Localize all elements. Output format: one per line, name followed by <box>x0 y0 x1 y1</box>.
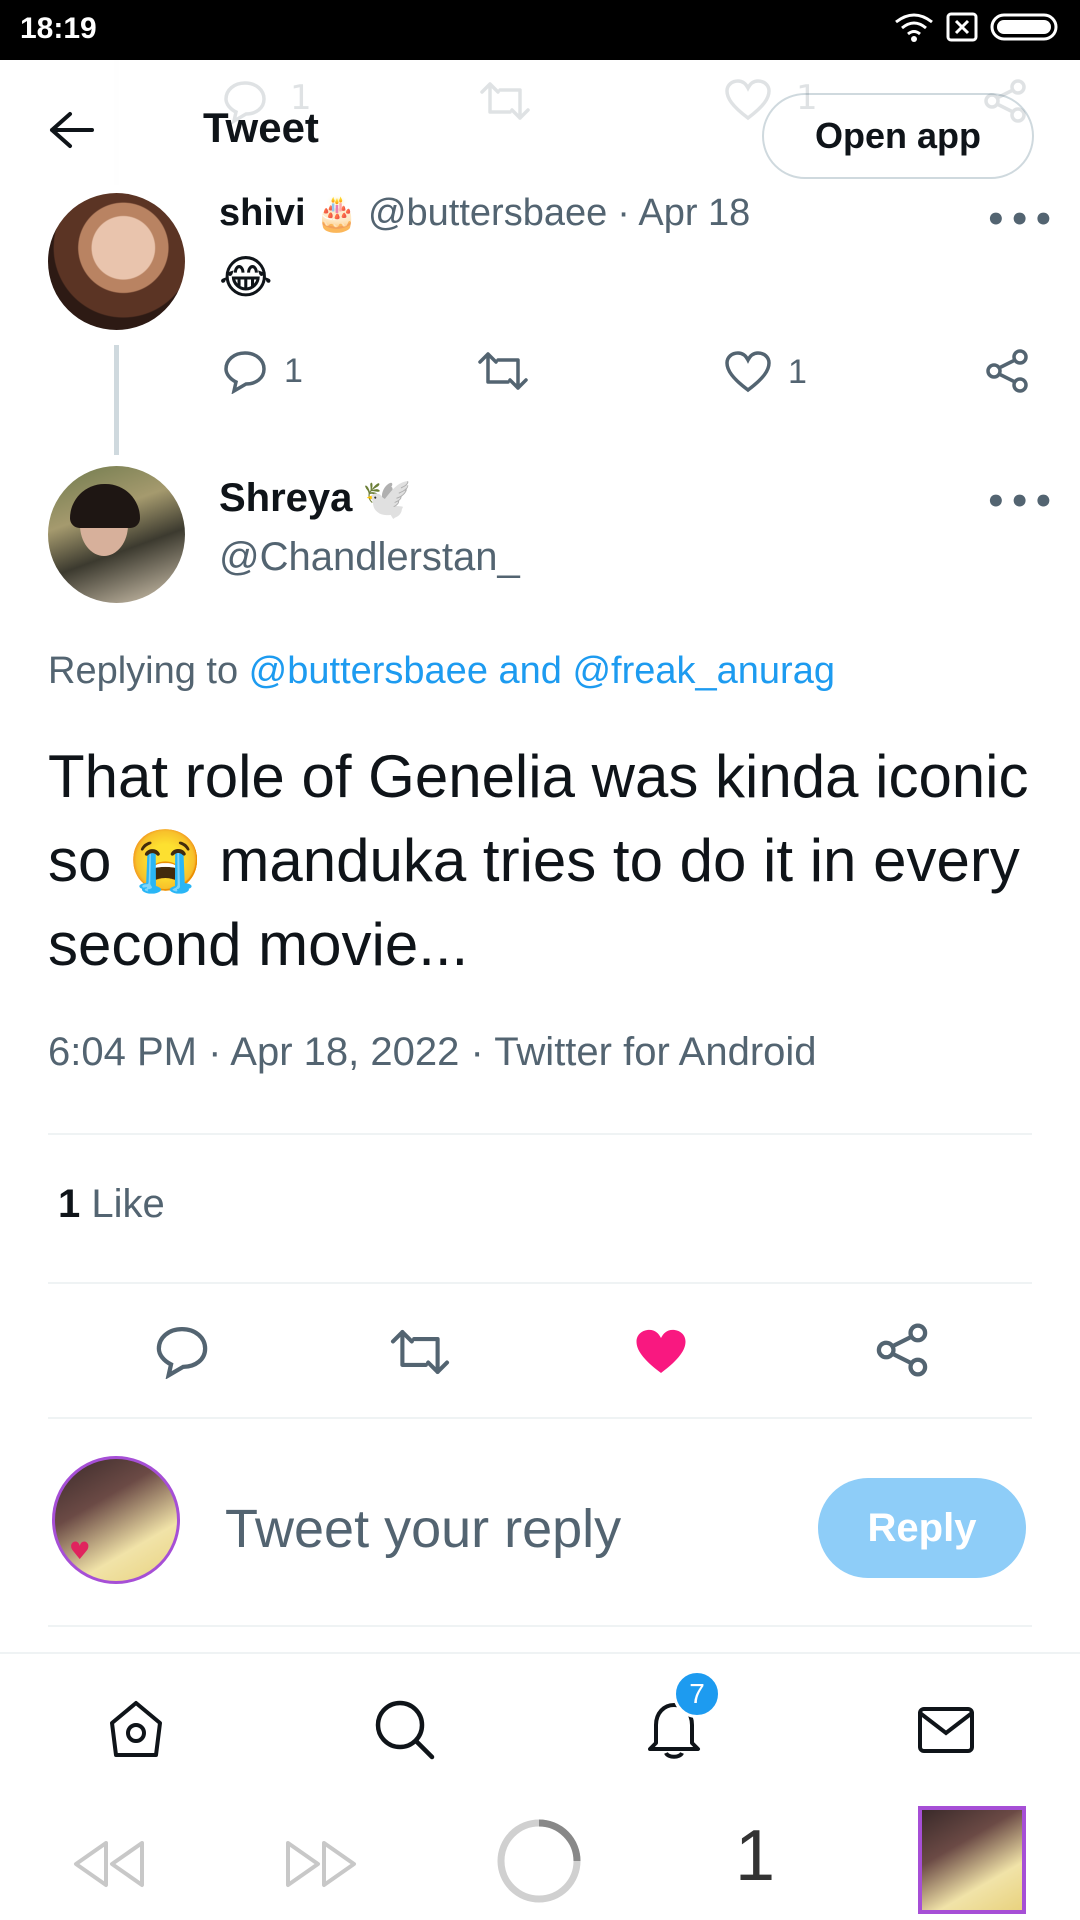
avatar-heart: ♥ <box>69 1537 91 1565</box>
search-icon[interactable] <box>372 1697 436 1761</box>
retweet-action[interactable] <box>476 348 530 394</box>
author-name[interactable]: Shreya <box>219 476 352 521</box>
author-handle[interactable]: @Chandlerstan_ <box>219 535 520 580</box>
tweet-timestamp[interactable]: 6:04 PM · Apr 18, 2022 · Twitter for And… <box>48 1030 817 1075</box>
reply-icon[interactable] <box>154 1323 210 1379</box>
tweet-text: That role of Genelia was kinda iconic so… <box>48 743 1029 978</box>
more-options-icon[interactable]: ••• <box>985 200 1056 240</box>
share-action[interactable] <box>984 348 1030 394</box>
like-count: 1 <box>788 352 807 391</box>
user-avatar[interactable]: ♥ <box>52 1456 180 1584</box>
reply-count: 1 <box>284 351 303 390</box>
status-time: 18:19 <box>20 12 97 45</box>
share-icon[interactable] <box>874 1322 930 1378</box>
page-title: Tweet <box>203 104 319 151</box>
browser-toolbar <box>0 1802 1080 1920</box>
reply-icon <box>224 351 266 394</box>
top-app-bar: Tweet Open app <box>0 60 1080 190</box>
retweet-icon <box>478 352 528 390</box>
reply-input[interactable]: Tweet your reply <box>225 1498 621 1560</box>
main-author: Shreya 🕊️ <box>219 475 412 522</box>
fast-forward-icon[interactable] <box>284 1837 360 1891</box>
tweet-date: · Apr 18 <box>617 192 751 234</box>
home-icon[interactable] <box>104 1697 168 1761</box>
likes-summary[interactable]: 1 Like <box>58 1182 165 1227</box>
battery-icon <box>990 13 1058 41</box>
rewind-icon[interactable] <box>70 1837 146 1891</box>
previous-tweet-text: 😂 <box>219 250 273 304</box>
back-arrow-icon[interactable] <box>48 110 94 150</box>
avatar[interactable] <box>48 193 185 330</box>
more-options-icon[interactable]: ••• <box>985 482 1056 522</box>
tab-count[interactable]: 1 <box>735 1815 775 1897</box>
notification-badge: 7 <box>673 1670 721 1718</box>
reply-action[interactable]: 1 <box>222 348 303 394</box>
avatar[interactable] <box>48 466 185 603</box>
reply-button[interactable]: Reply <box>818 1478 1026 1578</box>
divider <box>48 1133 1032 1135</box>
previous-tweet-header: shivi 🎂 @buttersbaee · Apr 18 <box>219 192 750 235</box>
loading-circle-icon[interactable] <box>494 1816 584 1906</box>
cake-emoji: 🎂 <box>315 194 358 233</box>
retweet-icon[interactable] <box>388 1325 452 1379</box>
author-handle[interactable]: @buttersbaee <box>368 192 607 235</box>
likes-label: Like <box>80 1182 165 1226</box>
like-icon <box>725 351 771 393</box>
tab-thumbnail[interactable] <box>918 1806 1026 1914</box>
status-icons <box>894 12 1062 42</box>
divider <box>48 1625 1032 1627</box>
divider <box>48 1282 1032 1284</box>
thread-line <box>114 345 119 455</box>
replying-to: Replying to @buttersbaee and @freak_anur… <box>48 650 835 693</box>
replying-prefix: Replying to <box>48 650 249 692</box>
sim-off-icon <box>946 12 978 42</box>
liked-heart-icon[interactable] <box>633 1326 689 1378</box>
bottom-navigation <box>0 1652 1080 1802</box>
mail-icon[interactable] <box>914 1697 978 1761</box>
open-app-button[interactable]: Open app <box>762 93 1034 179</box>
avatar-hair <box>70 484 140 528</box>
status-bar: 18:19 <box>0 0 1080 60</box>
divider <box>48 1417 1032 1419</box>
author-name[interactable]: shivi <box>219 192 306 235</box>
likes-count: 1 <box>58 1182 81 1226</box>
dove-emoji: 🕊️ <box>362 476 413 522</box>
share-icon <box>986 349 1028 393</box>
like-action[interactable]: 1 <box>724 350 807 394</box>
replying-users-link[interactable]: @buttersbaee and @freak_anurag <box>249 650 835 692</box>
wifi-icon <box>895 13 933 42</box>
